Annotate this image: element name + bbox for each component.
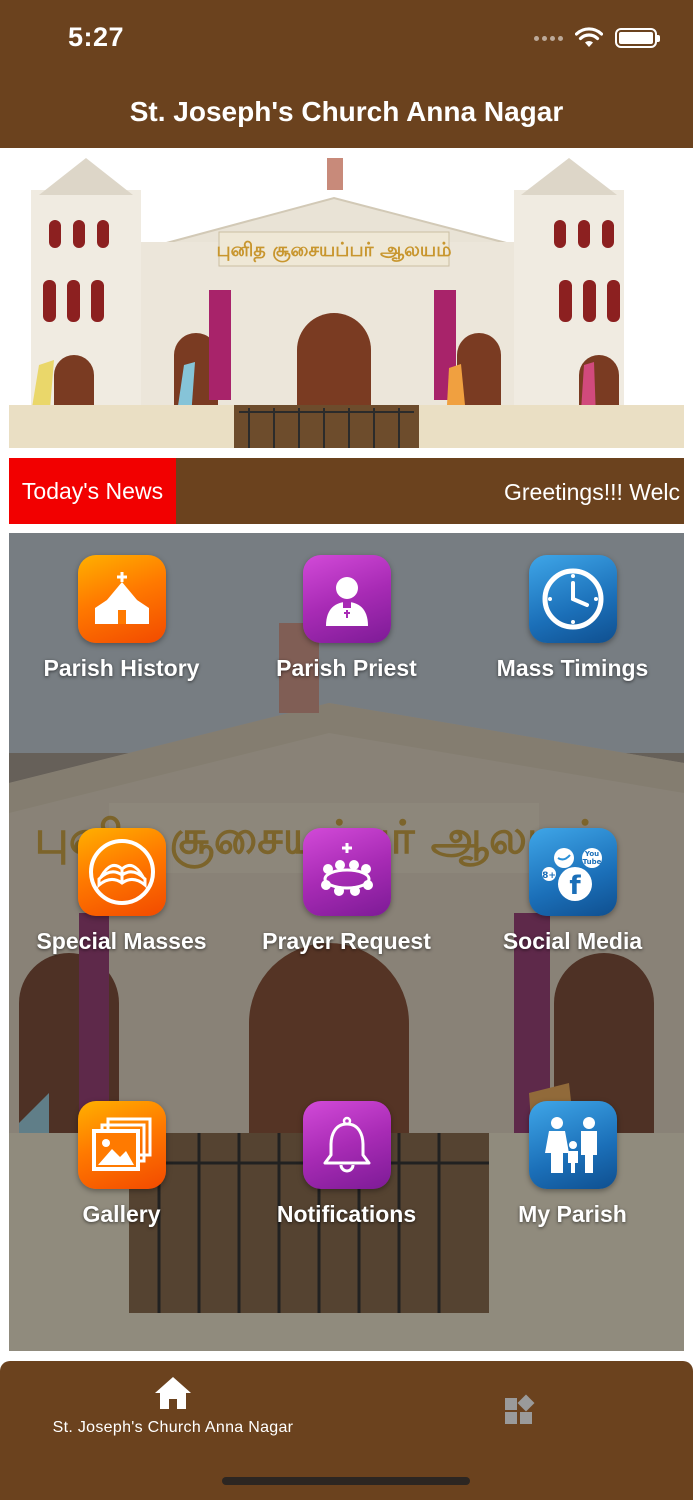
- status-time: 5:27: [68, 22, 125, 52]
- page-title: St. Joseph's Church Anna Nagar: [129, 96, 564, 127]
- family-icon: [528, 1101, 617, 1189]
- social-media-icon: f You Tube 8+: [528, 828, 617, 916]
- church-banner-image: புனித சூசையப்பர் ஆலயம்: [9, 150, 684, 448]
- gallery-label: Gallery: [82, 1201, 161, 1227]
- home-indicator: [222, 1477, 470, 1485]
- home-icon: [155, 1377, 191, 1409]
- svg-text:புனித சூசையப்பர் ஆலயம்: புனித சூசையப்பர் ஆலயம்: [216, 239, 451, 263]
- gallery-icon: [77, 1101, 166, 1189]
- parish-history-label: Parish History: [43, 655, 200, 681]
- battery-icon: [615, 28, 660, 48]
- my-parish-tile[interactable]: My Parish: [460, 1101, 684, 1228]
- parish-priest-tile[interactable]: Parish Priest: [234, 555, 459, 682]
- bell-icon: [302, 1101, 391, 1189]
- mass-timings-tile[interactable]: Mass Timings: [460, 555, 684, 682]
- prayer-request-tile[interactable]: Prayer Request: [234, 828, 459, 955]
- gallery-tile[interactable]: Gallery: [9, 1101, 234, 1228]
- menu-grid: புனித சூசையப்பர் ஆலயம்: [9, 533, 684, 1351]
- parish-priest-label: Parish Priest: [276, 655, 417, 681]
- mass-timings-label: Mass Timings: [496, 655, 649, 681]
- status-bar: 5:27: [0, 0, 693, 76]
- cellular-signal-icon: [534, 35, 563, 41]
- notifications-tile[interactable]: Notifications: [234, 1101, 459, 1228]
- parish-history-tile[interactable]: Parish History: [9, 555, 234, 682]
- news-ticker[interactable]: Today's News Greetings!!! Welc: [9, 458, 684, 524]
- svg-text:8+: 8+: [542, 871, 556, 881]
- svg-text:You: You: [583, 850, 598, 858]
- tab-home-label: St. Joseph's Church Anna Nagar: [52, 1419, 294, 1436]
- svg-text:Tube: Tube: [582, 858, 601, 866]
- tab-home[interactable]: St. Joseph's Church Anna Nagar: [38, 1375, 308, 1437]
- prayer-request-label: Prayer Request: [262, 928, 431, 954]
- todays-news-label: Today's News: [9, 458, 176, 524]
- prayer-group-icon: [302, 828, 391, 916]
- church-icon: [77, 555, 166, 643]
- social-media-label: Social Media: [502, 928, 643, 954]
- priest-icon: [302, 555, 391, 643]
- svg-text:f: f: [569, 871, 581, 901]
- my-parish-label: My Parish: [518, 1201, 627, 1227]
- status-icons: [534, 27, 660, 49]
- grid-menu-icon: [505, 1394, 535, 1424]
- special-masses-tile[interactable]: Special Masses: [9, 828, 234, 955]
- bible-icon: [77, 828, 166, 916]
- nav-bar: St. Joseph's Church Anna Nagar: [0, 76, 693, 148]
- tab-more[interactable]: [503, 1393, 535, 1430]
- news-ticker-text: Greetings!!! Welc: [504, 479, 680, 505]
- clock-icon: [528, 555, 617, 643]
- special-masses-label: Special Masses: [36, 928, 207, 954]
- wifi-icon: [575, 27, 603, 47]
- social-media-tile[interactable]: f You Tube 8+ Social Media: [460, 828, 684, 955]
- notifications-label: Notifications: [276, 1201, 417, 1227]
